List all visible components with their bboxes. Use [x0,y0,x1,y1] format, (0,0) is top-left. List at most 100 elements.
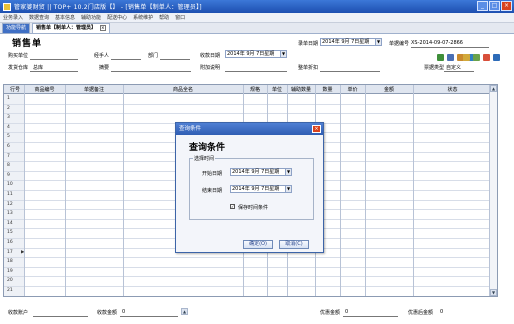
col-header-unit[interactable]: 单位 [267,86,287,93]
end-date-value: 2014年 9月 7日星期 [232,186,280,192]
handler-field[interactable] [111,59,141,60]
time-group: 选择时间 开始日期 2014年 9月 7日星期 ▼ 结束日期 2014年 9月 … [189,155,314,220]
maximize-button[interactable]: □ [489,1,500,11]
menu-item-query[interactable]: 数据查询 [29,14,49,21]
menu-item-entry[interactable]: 业务录入 [3,14,23,21]
grid-header: 行号 商品编号 单据备注 商品全名 规格 单位 辅助数量 数量 单价 金额 状态 [4,85,497,94]
final-value: 0 [440,309,444,315]
amount-value: 0 [122,309,126,315]
col-header-row[interactable]: 行号 [6,86,24,93]
delete-tool-icon[interactable] [483,54,490,61]
chevron-down-icon: ▼ [285,186,291,192]
col-header-code[interactable]: 商品编号 [24,86,65,93]
tab-sales-order[interactable]: 销售单【制单人：管理员】 × [32,23,110,33]
doc-no-underline [411,47,489,48]
chevron-down-icon: ▼ [280,51,286,57]
dialog-close-icon[interactable]: × [312,125,321,133]
form-footer: 收款账户 收款金额 0 ▲ 优惠金额 0 优惠后金额 0 [0,305,514,321]
col-header-qty[interactable]: 数量 [315,86,340,93]
row-number: 13 [7,211,13,217]
tab-strip: 功能导航 销售单【制单人：管理员】 × [0,23,514,34]
col-header-name[interactable]: 商品全名 [123,86,243,93]
scroll-down-icon[interactable]: ▼ [490,289,497,296]
receive-date-value: 2014年 9月 7日星期 [227,51,275,57]
col-header-spec[interactable]: 规格 [243,86,267,93]
end-date-picker[interactable]: 2014年 9月 7日星期 ▼ [230,185,292,193]
row-number: 4 [7,124,10,130]
row-number: 15 [7,230,13,236]
col-header-price[interactable]: 单价 [340,86,365,93]
buyer-field[interactable] [30,59,78,60]
discount-field[interactable] [320,71,380,72]
menu-item-help[interactable]: 帮助 [159,14,169,21]
user-tool-icon[interactable] [473,54,480,61]
doc-type-value[interactable]: 自定义 [446,64,461,71]
row-number: 10 [7,182,13,188]
dept-field[interactable] [160,59,190,60]
col-header-aux-qty[interactable]: 辅助数量 [287,86,315,93]
table-row[interactable] [4,276,492,278]
table-row[interactable] [4,266,492,268]
col-header-remark[interactable]: 单据备注 [65,86,123,93]
table-row[interactable] [4,113,492,115]
time-group-label: 选择时间 [193,155,216,162]
final-label: 优惠后金额 [408,310,434,316]
menu-item-system[interactable]: 系统维护 [133,14,153,21]
table-row[interactable] [4,286,492,287]
list-tool-icon[interactable] [447,54,454,61]
cancel-button[interactable]: 取消(C) [279,240,309,249]
scroll-up-icon[interactable]: ▲ [490,85,497,92]
chevron-down-icon: ▼ [285,169,291,175]
warehouse-value: 总库 [33,65,44,71]
table-row[interactable] [4,295,492,296]
row-number: 2 [7,105,10,111]
app-icon [3,2,11,11]
record-date-value: 2014年 9月 7日星期 [322,39,370,45]
row-number: 5 [7,134,10,140]
vertical-scrollbar[interactable]: ▲ ▼ [489,85,497,296]
dialog-heading: 查询条件 [189,143,226,153]
table-row[interactable] [4,103,492,105]
account-field[interactable] [33,316,88,317]
record-date-label: 录单日期 [298,41,319,47]
discount-label: 整单折扣 [298,65,319,71]
receive-date-picker[interactable]: 2014年 9月 7日星期 ▼ [225,50,287,58]
print-tool-icon[interactable] [463,54,470,61]
menu-item-aux[interactable]: 辅助功能 [81,14,101,21]
extra-field[interactable] [225,71,287,72]
row-number: 21 [7,288,13,293]
row-number: 6 [7,144,10,149]
green-tool-icon[interactable] [437,54,444,61]
close-button[interactable]: × [501,1,512,11]
column-divider [24,85,25,296]
record-date-picker[interactable]: 2014年 9月 7日星期 ▼ [320,38,382,46]
summary-field[interactable] [111,71,191,72]
row-number: 7 [7,153,10,159]
pay-field[interactable] [343,316,398,317]
menu-item-distribution[interactable]: 配送中心 [107,14,127,21]
account-label: 收款账户 [8,310,29,316]
minimize-button[interactable]: _ [477,1,488,11]
col-header-amount[interactable]: 金额 [365,86,413,93]
end-date-label: 结束日期 [202,188,223,194]
tab-close-icon[interactable]: × [99,24,106,31]
doc-type-label: 票据类型 [424,65,445,71]
amount-field[interactable] [120,316,178,317]
warehouse-field[interactable] [30,71,78,72]
start-date-picker[interactable]: 2014年 9月 7日星期 ▼ [230,168,292,176]
col-header-status[interactable]: 状态 [413,86,492,93]
menu-item-basic[interactable]: 基本信息 [55,14,75,21]
tab-home[interactable]: 功能导航 [2,23,31,33]
doc-type-underline [444,71,474,72]
dept-label: 部门 [148,53,159,59]
table-row[interactable] [4,257,492,259]
row-number: 19 [7,268,13,274]
ok-button[interactable]: 确定(O) [243,240,273,249]
warehouse-label: 发货仓库 [8,65,29,71]
save-time-checkbox[interactable]: ✓ [230,204,235,209]
menu-item-window[interactable]: 窗口 [175,14,185,21]
amount-expand-icon[interactable]: ▲ [181,308,188,315]
help-tool-icon[interactable] [493,54,500,61]
save-time-label: 保存时间条件 [238,205,269,211]
row-number: 1 [7,96,10,101]
